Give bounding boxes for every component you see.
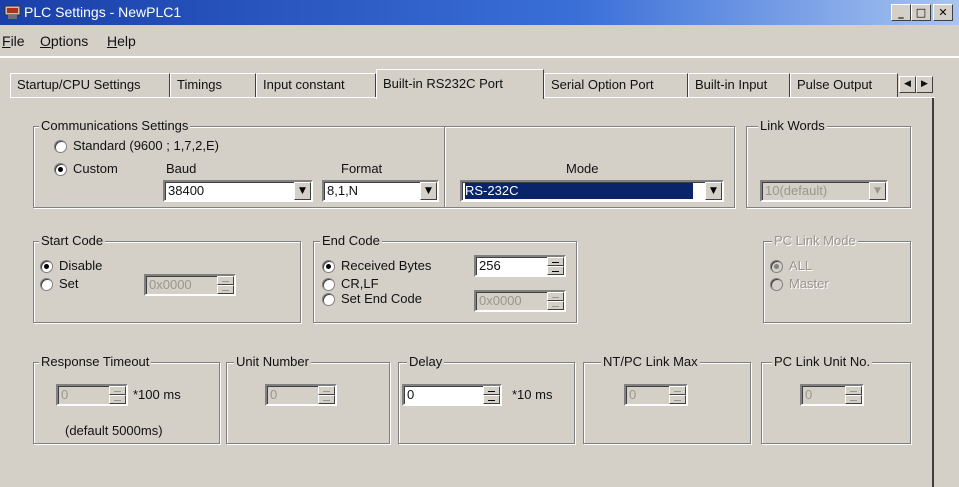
link-words-legend: Link Words bbox=[758, 118, 827, 133]
pc-link-mode-group bbox=[763, 241, 911, 323]
pc-link-mode-all-label: ALL bbox=[789, 258, 813, 273]
pc-link-mode-all-radio[interactable] bbox=[770, 260, 783, 273]
delay-legend: Delay bbox=[407, 354, 445, 369]
minimize-icon[interactable]: _ bbox=[891, 4, 911, 21]
response-timeout-value: 0 bbox=[61, 387, 69, 402]
crlf-radio[interactable] bbox=[322, 278, 335, 291]
tab-label: Built-in RS232C Port bbox=[383, 76, 503, 91]
title-bar[interactable]: PLC Settings - NewPLC1 _ □ ✕ bbox=[0, 0, 959, 25]
unit-number-spinner-icon[interactable] bbox=[318, 386, 335, 404]
tab-label: Serial Option Port bbox=[551, 77, 654, 92]
response-timeout-note: (default 5000ms) bbox=[65, 423, 163, 438]
delay-value: 0 bbox=[407, 387, 415, 402]
received-bytes-value: 256 bbox=[479, 258, 501, 273]
delay-spinner-icon[interactable] bbox=[483, 386, 500, 404]
tab-label: Input constant bbox=[263, 77, 345, 92]
crlf-label: CR,LF bbox=[341, 276, 379, 291]
tab-input-constant[interactable]: Input constant bbox=[256, 73, 376, 98]
start-code-legend: Start Code bbox=[39, 233, 106, 248]
format-dropdown-icon[interactable]: ▼ bbox=[420, 182, 437, 200]
menu-file-label: File bbox=[2, 33, 25, 49]
unit-number-value: 0 bbox=[270, 387, 278, 402]
pc-link-mode-legend: PC Link Mode bbox=[772, 233, 858, 248]
custom-radio[interactable] bbox=[54, 163, 67, 176]
tab-panel-right-edge bbox=[932, 98, 934, 487]
mode-label: Mode bbox=[566, 161, 599, 176]
pc-link-unit-no-legend: PC Link Unit No. bbox=[772, 354, 873, 369]
start-code-set-label: Set bbox=[59, 276, 79, 291]
tab-serial-option-port[interactable]: Serial Option Port bbox=[544, 73, 688, 98]
ntpc-link-max-legend: NT/PC Link Max bbox=[601, 354, 700, 369]
format-value: 8,1,N bbox=[327, 183, 359, 198]
end-code-legend: End Code bbox=[320, 233, 382, 248]
menu-file[interactable]: File bbox=[2, 33, 25, 49]
window-title: PLC Settings - NewPLC1 bbox=[24, 4, 182, 20]
response-timeout-spinner-icon[interactable] bbox=[109, 386, 126, 404]
pc-link-unit-no-spinner-icon[interactable] bbox=[845, 386, 862, 404]
response-timeout-legend: Response Timeout bbox=[39, 354, 152, 369]
tab-scroll-left-glyph: ◀ bbox=[904, 79, 911, 89]
menu-help[interactable]: Help bbox=[107, 33, 136, 49]
ntpc-link-max-value: 0 bbox=[629, 387, 637, 402]
set-end-code-value: 0x0000 bbox=[479, 293, 522, 308]
mode-value: RS-232C bbox=[465, 183, 693, 199]
baud-value: 38400 bbox=[168, 183, 205, 198]
received-bytes-spinner-icon[interactable] bbox=[547, 257, 564, 275]
pc-link-mode-master-radio[interactable] bbox=[770, 278, 783, 291]
start-code-disable-label: Disable bbox=[59, 258, 103, 273]
custom-label: Custom bbox=[73, 161, 118, 176]
set-end-code-label: Set End Code bbox=[341, 291, 422, 306]
set-end-code-spinner-icon[interactable] bbox=[547, 292, 564, 310]
tab-label: Built-in Input bbox=[695, 77, 768, 92]
unit-number-legend: Unit Number bbox=[234, 354, 311, 369]
menu-bar: File Options Help bbox=[0, 25, 959, 57]
tab-built-in-rs232c-port[interactable]: Built-in RS232C Port bbox=[376, 69, 544, 99]
response-timeout-unit: *100 ms bbox=[133, 387, 181, 402]
baud-label: Baud bbox=[166, 161, 197, 176]
tab-built-in-input[interactable]: Built-in Input bbox=[688, 73, 790, 98]
pc-link-unit-no-value: 0 bbox=[805, 387, 813, 402]
tab-label: Startup/CPU Settings bbox=[17, 77, 141, 92]
tab-label: Pulse Output bbox=[797, 77, 873, 92]
standard-label: Standard (9600 ; 1,7,2,E) bbox=[73, 138, 219, 153]
format-label: Format bbox=[341, 161, 383, 176]
delay-unit: *10 ms bbox=[512, 387, 553, 402]
start-code-set-radio[interactable] bbox=[40, 278, 53, 291]
ntpc-link-max-spinner-icon[interactable] bbox=[669, 386, 686, 404]
standard-radio[interactable] bbox=[54, 140, 67, 153]
app-icon bbox=[4, 4, 21, 20]
menu-options[interactable]: Options bbox=[40, 33, 88, 49]
tab-pulse-output[interactable]: Pulse Output bbox=[790, 73, 898, 98]
set-end-code-radio[interactable] bbox=[322, 293, 335, 306]
start-code-value: 0x0000 bbox=[149, 277, 192, 292]
mode-dropdown-icon[interactable]: ▼ bbox=[705, 182, 722, 200]
tab-scroll-right-icon[interactable]: ▶ bbox=[916, 76, 933, 93]
start-code-spinner-icon[interactable] bbox=[217, 276, 234, 294]
communications-settings-legend: Communications Settings bbox=[39, 118, 191, 133]
menu-options-label: Options bbox=[40, 33, 89, 49]
received-bytes-label: Received Bytes bbox=[341, 258, 432, 273]
menu-help-label: Help bbox=[107, 33, 136, 49]
maximize-icon[interactable]: □ bbox=[911, 4, 931, 21]
tab-scroll-right-glyph: ▶ bbox=[921, 79, 928, 89]
close-icon[interactable]: ✕ bbox=[933, 4, 953, 21]
link-words-value: 10(default) bbox=[765, 183, 828, 198]
tab-scroll-left-icon[interactable]: ◀ bbox=[899, 76, 916, 93]
tab-label: Timings bbox=[177, 77, 223, 92]
tab-timings[interactable]: Timings bbox=[170, 73, 256, 98]
received-bytes-radio[interactable] bbox=[322, 260, 335, 273]
pc-link-mode-master-label: Master bbox=[789, 276, 829, 291]
baud-select[interactable]: 38400 bbox=[163, 180, 313, 202]
tab-startup-cpu-settings[interactable]: Startup/CPU Settings bbox=[10, 73, 170, 98]
start-code-disable-radio[interactable] bbox=[40, 260, 53, 273]
link-words-dropdown-icon[interactable]: ▼ bbox=[869, 182, 886, 200]
mode-select[interactable]: RS-232C bbox=[460, 180, 724, 202]
baud-dropdown-icon[interactable]: ▼ bbox=[294, 182, 311, 200]
